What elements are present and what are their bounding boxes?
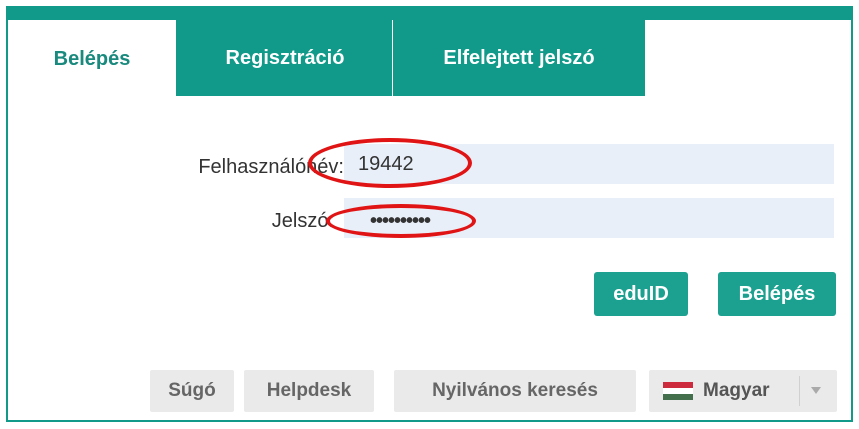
tab-bar-fill: [645, 20, 851, 96]
help-button[interactable]: Súgó: [150, 370, 234, 412]
tab-login[interactable]: Belépés: [8, 20, 176, 96]
password-mask: ••••••••••: [370, 210, 431, 232]
hungarian-flag-icon: [663, 382, 693, 400]
username-input[interactable]: [344, 144, 834, 184]
language-select[interactable]: Magyar: [649, 370, 837, 412]
tab-bar: Belépés Regisztráció Elfelejtett jelszó: [8, 8, 851, 96]
username-label: Felhasználónév:: [198, 156, 344, 178]
password-label: Jelszó:: [271, 210, 334, 232]
helpdesk-button[interactable]: Helpdesk: [244, 370, 374, 412]
chevron-down-icon[interactable]: [811, 387, 821, 394]
tab-forgot-password[interactable]: Elfelejtett jelszó: [394, 20, 644, 96]
tab-separator: [392, 20, 393, 96]
eduid-button[interactable]: eduID: [594, 272, 688, 316]
language-label: Magyar: [703, 380, 770, 401]
login-panel: Belépés Regisztráció Elfelejtett jelszó …: [6, 6, 853, 422]
public-search-button[interactable]: Nyilvános keresés: [394, 370, 636, 412]
login-button[interactable]: Belépés: [718, 272, 836, 316]
tab-registration[interactable]: Regisztráció: [178, 20, 392, 96]
language-separator: [799, 376, 800, 406]
